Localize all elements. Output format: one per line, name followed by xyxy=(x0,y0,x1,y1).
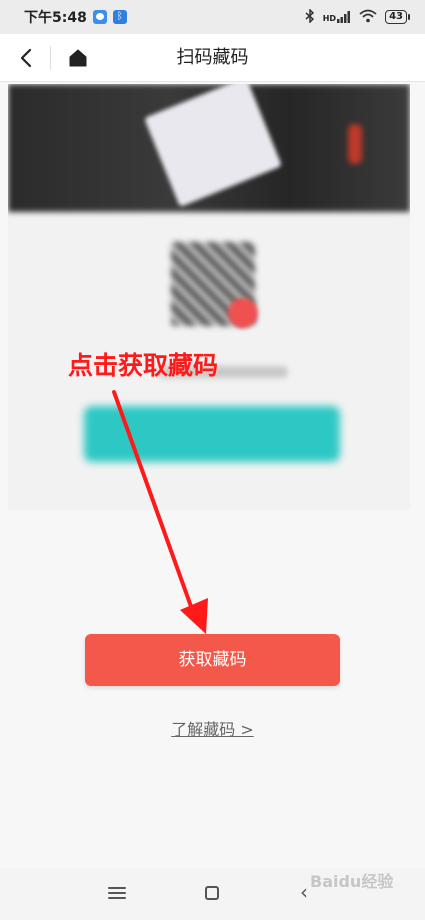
back-triangle-icon[interactable]: ‹ xyxy=(300,880,308,904)
preview-button-blur xyxy=(84,406,340,462)
status-indicators: HD 43 xyxy=(305,7,410,26)
bluetooth-notification-icon: ᛒ xyxy=(112,10,127,24)
status-time: 下午5:48 xyxy=(24,10,87,26)
back-button[interactable] xyxy=(10,42,42,74)
watermark: Baidu经验 xyxy=(310,872,394,891)
hd-signal-icon: HD xyxy=(323,11,351,23)
status-bar: 下午5:48 ᛒ HD 43 xyxy=(0,0,425,34)
home-square-icon[interactable] xyxy=(205,886,219,900)
blurred-preview xyxy=(8,84,410,510)
chevron-left-icon xyxy=(20,48,32,68)
hd-label: HD xyxy=(322,14,337,23)
battery-indicator: 43 xyxy=(385,10,410,24)
menu-icon[interactable] xyxy=(108,884,126,902)
home-button[interactable] xyxy=(62,42,94,74)
bluetooth-icon xyxy=(305,7,315,26)
home-icon xyxy=(69,49,87,67)
wifi-icon xyxy=(359,9,377,26)
message-notification-icon xyxy=(92,10,107,24)
nav-divider xyxy=(50,46,51,70)
qr-code-badge xyxy=(228,298,258,328)
nav-bar: 扫码藏码 xyxy=(0,34,425,82)
learn-more-link[interactable]: 了解藏码 > xyxy=(0,716,425,740)
annotation-label: 点击获取藏码 xyxy=(68,351,219,380)
preview-red-mark xyxy=(348,124,362,164)
get-code-button[interactable]: 获取藏码 xyxy=(85,634,340,686)
